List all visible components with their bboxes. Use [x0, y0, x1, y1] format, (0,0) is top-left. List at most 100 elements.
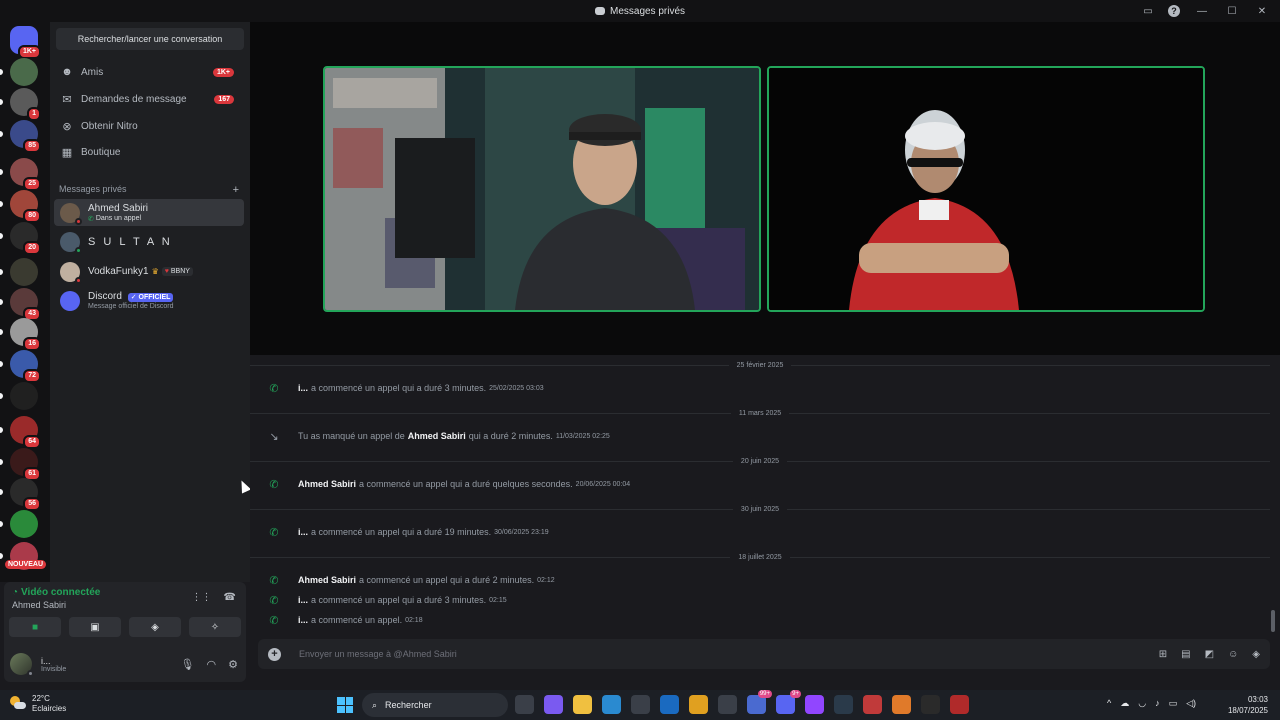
video-tile-participant-1[interactable] — [323, 66, 761, 312]
server-icon-server-14[interactable]: 56 — [10, 478, 41, 511]
server-icon-server-13[interactable]: 61 — [10, 448, 41, 481]
server-icon-server-2[interactable]: 1 — [10, 88, 41, 121]
call-author[interactable]: i... — [298, 527, 308, 537]
server-icon-server-8[interactable]: 43 — [10, 288, 41, 321]
outlook-icon[interactable] — [660, 695, 679, 714]
voice-channel-name: Ahmed Sabiri — [12, 600, 67, 610]
display-icon[interactable]: ▭ — [1169, 698, 1178, 709]
task-view-icon[interactable] — [515, 695, 534, 714]
server-icon-server-15[interactable] — [10, 510, 38, 538]
server-icon-server-12[interactable]: 64 — [10, 416, 41, 449]
date-separator: 11 mars 2025 — [250, 407, 1271, 419]
discord-icon[interactable]: 9+ — [776, 690, 801, 714]
dm-item-sultan[interactable]: S U L T A N — [54, 228, 244, 255]
disconnect-icon[interactable]: ☎ — [224, 592, 236, 603]
nav-message-requests[interactable]: ✉ Demandes de message 167 — [54, 87, 246, 111]
soundboard-button[interactable]: ✧ — [189, 617, 241, 637]
activity-button[interactable]: ◈ — [129, 617, 181, 637]
nav-shop[interactable]: ▦ Boutique — [54, 140, 246, 164]
file-explorer-icon[interactable] — [573, 695, 592, 714]
call-log-message: ✆ Ahmed Sabiri a commencé un appel qui a d… — [268, 573, 1248, 587]
gear-icon[interactable]: ⚙ — [228, 658, 238, 671]
call-author[interactable]: i... — [298, 383, 308, 393]
store-icon[interactable] — [631, 695, 650, 714]
weather-icon — [10, 696, 26, 712]
app-folder-icon[interactable] — [718, 695, 737, 714]
edge-icon[interactable] — [602, 695, 621, 714]
nav-friends-label: Amis — [81, 66, 104, 78]
avatar[interactable] — [10, 653, 34, 677]
nav-nitro[interactable]: ⊗ Obtenir Nitro — [54, 114, 246, 138]
chat-log: 25 février 2025 ✆ i... a commencé un appel … — [250, 355, 1280, 637]
copilot-icon[interactable] — [544, 695, 563, 714]
weather-widget[interactable]: 22°C Eclaircies — [10, 694, 66, 714]
gift-icon[interactable]: ⊞ — [1159, 649, 1167, 660]
microphone-icon[interactable]: 🎙 — [181, 658, 195, 671]
windows-start-icon[interactable] — [337, 697, 353, 713]
steam-icon[interactable] — [834, 695, 853, 714]
video-tile-participant-2[interactable] — [767, 66, 1205, 312]
headphones-icon[interactable]: ◠ — [207, 658, 217, 671]
call-author[interactable]: Ahmed Sabiri — [298, 479, 356, 489]
twitch-icon[interactable] — [805, 695, 824, 714]
dm-item-discord[interactable]: Discord ✓ OFFICIEL Message officiel de D… — [54, 287, 244, 314]
server-icon-server-3[interactable]: 85 — [10, 120, 41, 153]
add-attachment-icon[interactable]: + — [268, 647, 281, 661]
server-icon-server-4[interactable]: 25 — [10, 158, 41, 191]
server-icon-server-5[interactable]: 80 — [10, 190, 41, 223]
noise-suppression-icon[interactable]: ⋮⋮ — [192, 592, 212, 603]
server-icon-server-7[interactable] — [10, 258, 38, 286]
teams-icon[interactable]: 99+ — [747, 690, 772, 714]
chevron-up-icon[interactable]: ^ — [1107, 698, 1111, 709]
dm-name: Discord — [88, 291, 122, 302]
server-badge: 80 — [23, 209, 41, 223]
message-input[interactable]: Envoyer un message à @Ahmed Sabiri — [299, 649, 457, 659]
server-unread-pip — [0, 69, 3, 75]
cloud-icon[interactable]: ☁ — [1120, 698, 1129, 709]
server-icon-server-11[interactable] — [10, 382, 38, 410]
app-obs-icon[interactable] — [950, 695, 969, 714]
call-author[interactable]: i... — [298, 615, 308, 625]
maximize-button[interactable]: ☐ — [1224, 3, 1240, 19]
sticker-icon[interactable]: ◩ — [1205, 649, 1214, 660]
video-frame-1 — [325, 68, 759, 310]
search-conversation-button[interactable]: Rechercher/lancer une conversation — [56, 28, 244, 50]
taskbar-search[interactable]: ⌕ Rechercher — [362, 693, 508, 717]
minimize-button[interactable]: — — [1194, 3, 1210, 19]
wifi-icon[interactable]: ◡ — [1138, 698, 1146, 709]
apps-icon[interactable]: ◈ — [1252, 649, 1260, 660]
app-orange-icon[interactable] — [892, 695, 911, 714]
volume-icon[interactable]: ◁) — [1186, 698, 1196, 709]
app-red-icon[interactable] — [863, 695, 882, 714]
server-icon-server-1[interactable] — [10, 58, 38, 86]
user-status: Invisible — [41, 665, 67, 673]
chrome-icon[interactable] — [689, 695, 708, 714]
dm-item-ahmed-sabiri[interactable]: Ahmed Sabiri ✆ Dans un appel — [54, 199, 244, 226]
server-icon-server-9[interactable]: 16 — [10, 318, 41, 351]
emoji-icon[interactable]: ☺ — [1228, 649, 1238, 660]
app-dark-icon[interactable] — [921, 695, 940, 714]
call-author[interactable]: i... — [298, 595, 308, 605]
server-icon-server-6[interactable]: 20 — [10, 222, 41, 255]
gif-icon[interactable]: ▤ — [1181, 649, 1190, 660]
close-button[interactable]: ✕ — [1254, 3, 1270, 19]
discord-icon — [594, 7, 605, 15]
call-author[interactable]: Ahmed Sabiri — [408, 431, 466, 441]
date-separator-label: 11 mars 2025 — [738, 409, 782, 417]
help-icon[interactable]: ? — [1168, 5, 1180, 17]
voice-status: ◔ Vidéo connectée — [12, 587, 100, 598]
dm-item-vodkafunky1[interactable]: VodkaFunky1 ♛ ♥ BBNY — [54, 258, 244, 285]
discord-window: Messages privés ▭ ? — ☐ ✕ 1K+ 1 85 25 80 20 43… — [0, 0, 1280, 720]
chat-scrollbar[interactable] — [1271, 610, 1275, 632]
call-author[interactable]: Ahmed Sabiri — [298, 575, 356, 585]
camera-button[interactable]: ■ — [9, 617, 61, 637]
create-dm-plus-icon[interactable]: + — [233, 184, 239, 196]
dm-sub-text: Message officiel de Discord — [88, 303, 174, 310]
nav-friends[interactable]: ☻ Amis 1K+ — [54, 60, 246, 84]
clock[interactable]: 03:03 18/07/2025 — [1228, 694, 1268, 716]
mic-tray-icon[interactable]: ♪ — [1155, 698, 1160, 709]
server-icon-server-10[interactable]: 72 — [10, 350, 41, 383]
server-icon-discord-home[interactable]: 1K+ — [10, 26, 41, 59]
screen-share-button[interactable]: ▣ — [69, 617, 121, 637]
inbox-icon[interactable]: ▭ — [1142, 5, 1154, 17]
